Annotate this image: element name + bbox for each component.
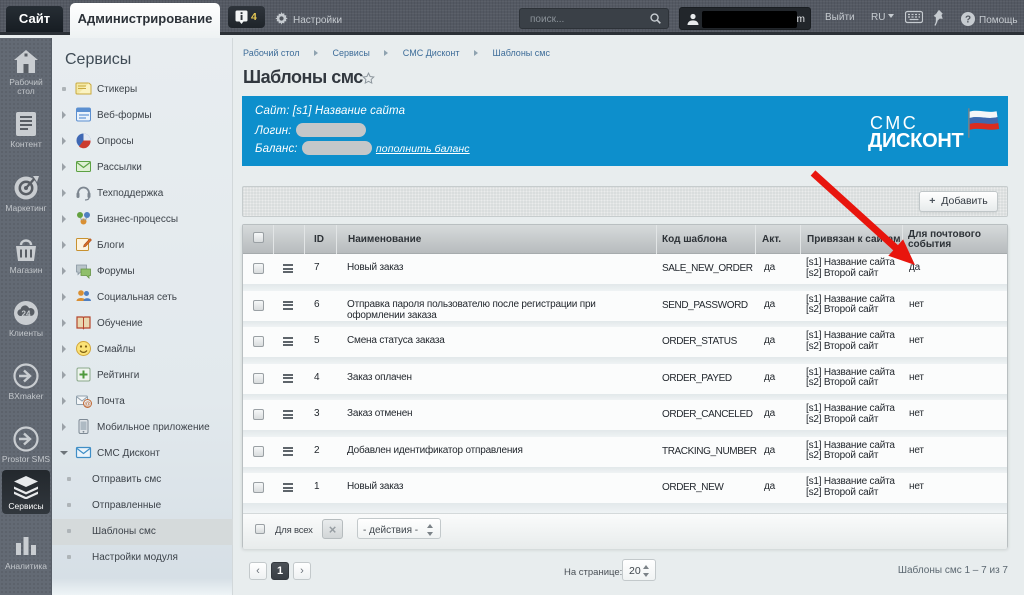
svg-text:24: 24 — [22, 310, 31, 319]
svg-text:@: @ — [84, 401, 91, 408]
svg-text:?: ? — [965, 15, 971, 26]
